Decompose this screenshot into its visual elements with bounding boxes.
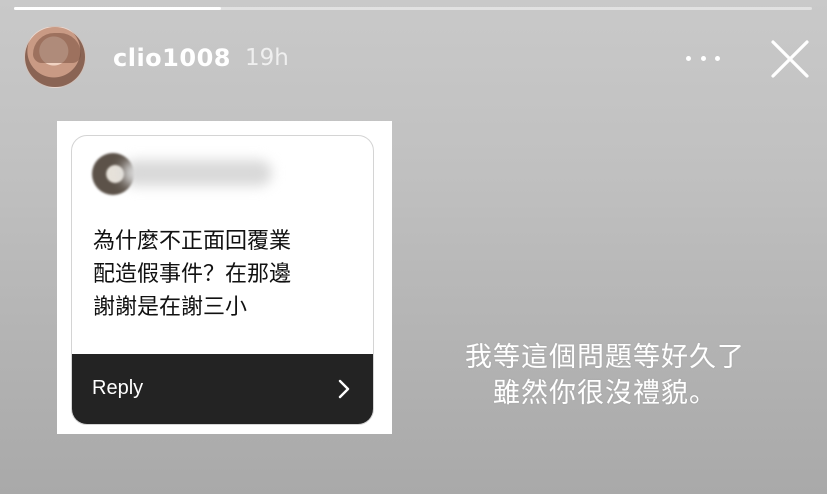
caption-line: 我等這個問題等好久了: [465, 342, 745, 373]
post-time: 19h: [245, 45, 289, 71]
question-card: 為什麼不正面回覆業 配造假事件？在那邊 謝謝是在謝三小 Reply: [71, 135, 374, 425]
avatar-image: [33, 33, 81, 63]
dot: [700, 55, 706, 61]
asker-name-redacted: [122, 160, 272, 186]
dot: [686, 55, 691, 61]
chevron-right-icon: [338, 379, 350, 399]
question-sticker: 為什麼不正面回覆業 配造假事件？在那邊 謝謝是在謝三小 Reply: [57, 121, 392, 434]
avatar[interactable]: [24, 26, 86, 88]
story-progress-fill: [14, 7, 222, 10]
caption-line: 雖然你很沒禮貌。: [493, 378, 717, 409]
reply-label: Reply: [92, 377, 144, 399]
story-caption: 我等這個問題等好久了 雖然你很沒禮貌。: [420, 340, 790, 412]
story-header: clio1008 19h: [24, 26, 811, 92]
close-icon[interactable]: [769, 38, 811, 80]
reply-button[interactable]: Reply: [72, 354, 373, 424]
story-progress-bar: [14, 7, 812, 10]
dot: [715, 55, 720, 61]
question-text: 為什麼不正面回覆業 配造假事件？在那邊 謝謝是在謝三小: [93, 229, 292, 320]
username[interactable]: clio1008: [113, 44, 231, 72]
more-horizontal-icon[interactable]: [686, 44, 720, 72]
